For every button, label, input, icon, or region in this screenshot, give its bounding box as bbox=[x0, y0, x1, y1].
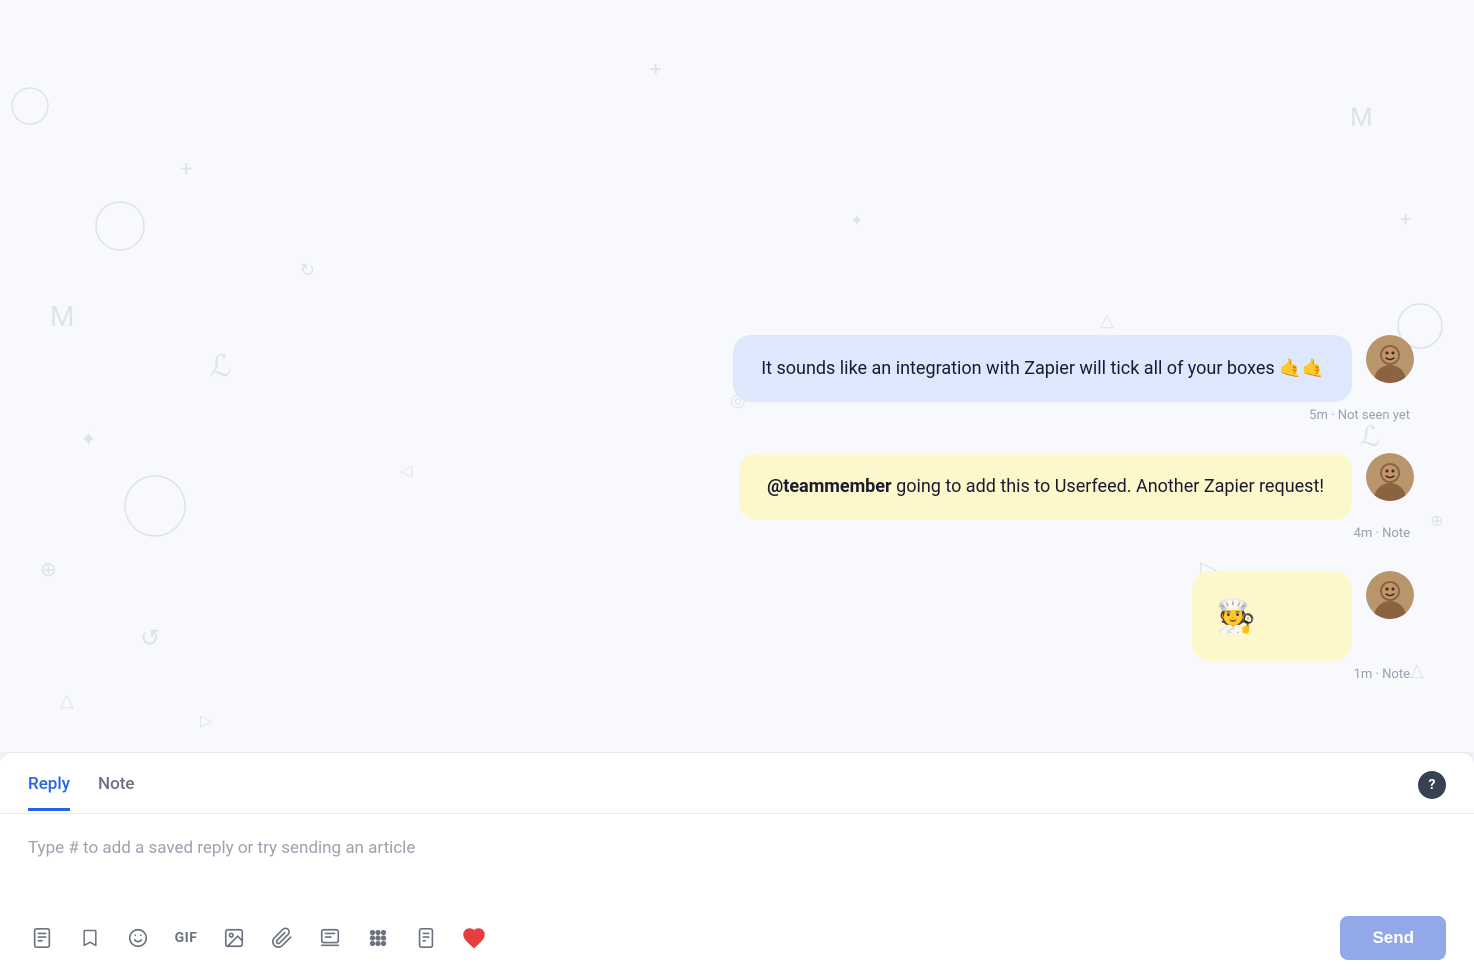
tab-reply[interactable]: Reply bbox=[28, 774, 70, 811]
help-button[interactable]: ? bbox=[1418, 771, 1446, 799]
gif-icon[interactable]: GIF bbox=[172, 924, 200, 952]
message-mention: @teammember bbox=[767, 476, 892, 497]
avatar-1 bbox=[1366, 335, 1414, 383]
emoji-icon[interactable] bbox=[124, 924, 152, 952]
reply-box: Reply Note ? Type # to add a saved reply… bbox=[0, 752, 1474, 980]
message-meta-1: 5m · Not seen yet bbox=[1309, 408, 1414, 423]
tab-note[interactable]: Note bbox=[98, 774, 134, 811]
avatar-3 bbox=[1366, 571, 1414, 619]
article-icon[interactable] bbox=[412, 924, 440, 952]
messages-container: It sounds like an integration with Zapie… bbox=[0, 0, 1474, 752]
message-row-1: It sounds like an integration with Zapie… bbox=[733, 335, 1414, 402]
message-row-2: @teammember going to add this to Userfee… bbox=[739, 453, 1414, 520]
image-icon[interactable] bbox=[220, 924, 248, 952]
message-bubble-2: @teammember going to add this to Userfee… bbox=[739, 453, 1352, 520]
bookmark-icon[interactable] bbox=[76, 924, 104, 952]
message-meta-3: 1m · Note bbox=[1354, 667, 1414, 682]
apps-icon[interactable] bbox=[364, 924, 392, 952]
message-bubble-3: 🧑‍🍳 bbox=[1192, 571, 1352, 661]
message-meta-2: 4m · Note bbox=[1354, 526, 1414, 541]
reply-input-area[interactable]: Type # to add a saved reply or try sendi… bbox=[0, 814, 1474, 904]
send-button[interactable]: Send bbox=[1340, 916, 1446, 960]
reply-tabs: Reply Note ? bbox=[0, 753, 1474, 814]
message-row-3: 🧑‍🍳 bbox=[1192, 571, 1414, 661]
message-group-3: 🧑‍🍳 1m · Note bbox=[40, 571, 1414, 682]
message-text-2: going to add this to Userfeed. Another Z… bbox=[896, 476, 1324, 497]
reply-toolbar: GIF bbox=[0, 904, 1474, 980]
heart-icon[interactable] bbox=[460, 924, 488, 952]
message-emoji: 🧑‍🍳 bbox=[1216, 592, 1256, 640]
message-text-1: It sounds like an integration with Zapie… bbox=[761, 358, 1324, 379]
avatar-2 bbox=[1366, 453, 1414, 501]
message-group-1: It sounds like an integration with Zapie… bbox=[40, 335, 1414, 423]
chat-area: M + ✦ ℒ ⊕ ↺ △ ▷ M + ℒ ⊕ ✦ △ + ◎ ✦ ↻ ◁ ◎ … bbox=[0, 0, 1474, 752]
document-icon[interactable] bbox=[28, 924, 56, 952]
paperclip-icon[interactable] bbox=[268, 924, 296, 952]
signature-icon[interactable] bbox=[316, 924, 344, 952]
reply-placeholder[interactable]: Type # to add a saved reply or try sendi… bbox=[28, 838, 1446, 858]
message-bubble-1: It sounds like an integration with Zapie… bbox=[733, 335, 1352, 402]
message-group-2: @teammember going to add this to Userfee… bbox=[40, 453, 1414, 541]
